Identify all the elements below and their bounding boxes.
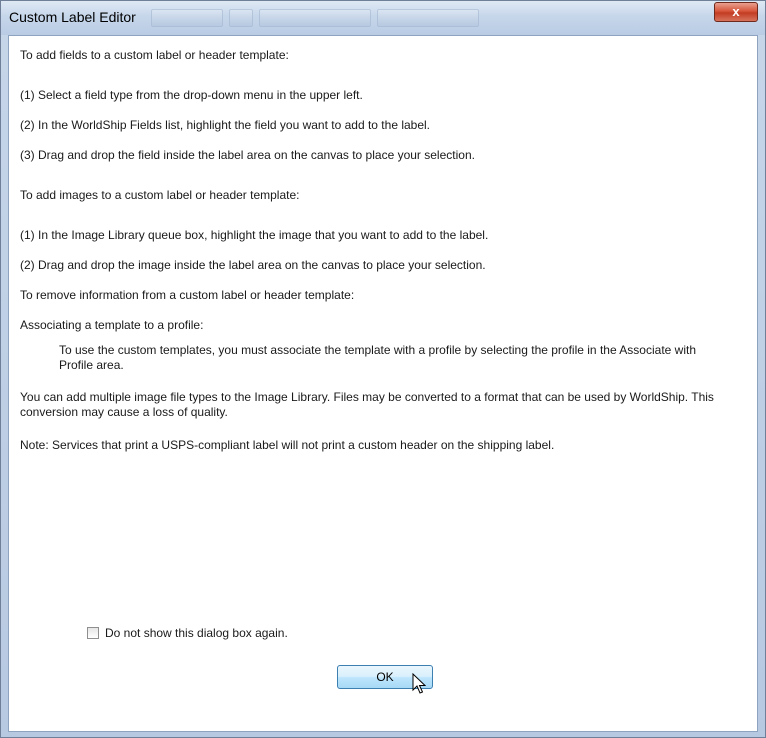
fields-heading: To add fields to a custom label or heade… [20,48,289,62]
window-title: Custom Label Editor [9,9,136,25]
close-button[interactable]: x [714,2,758,22]
fields-step-3: (3) Drag and drop the field inside the l… [20,148,475,162]
dont-show-again-row[interactable]: Do not show this dialog box again. [87,624,288,642]
ok-button-label: OK [376,670,394,684]
title-bar[interactable]: Custom Label Editor x [1,1,765,35]
images-heading: To add images to a custom label or heade… [20,188,300,202]
image-types-note: You can add multiple image file types to… [20,390,714,419]
associate-heading: Associating a template to a profile: [20,318,204,332]
close-icon: x [732,4,740,19]
dialog-window: Custom Label Editor x To add fields to a… [0,0,766,738]
dont-show-again-checkbox[interactable] [87,627,99,639]
associate-body: To use the custom templates, you must as… [59,343,696,372]
remove-heading: To remove information from a custom labe… [20,288,355,302]
images-step-1: (1) In the Image Library queue box, high… [20,228,489,242]
fields-step-2: (2) In the WorldShip Fields list, highli… [20,118,431,132]
mouse-pointer-icon [412,673,426,694]
dialog-content: To add fields to a custom label or heade… [8,35,758,732]
images-step-2: (2) Drag and drop the image inside the l… [20,258,486,272]
fields-step-1: (1) Select a field type from the drop-do… [20,88,363,102]
background-toolbar-blur [151,7,511,27]
usps-note: Note: Services that print a USPS-complia… [20,438,555,452]
dont-show-again-label[interactable]: Do not show this dialog box again. [105,626,288,640]
